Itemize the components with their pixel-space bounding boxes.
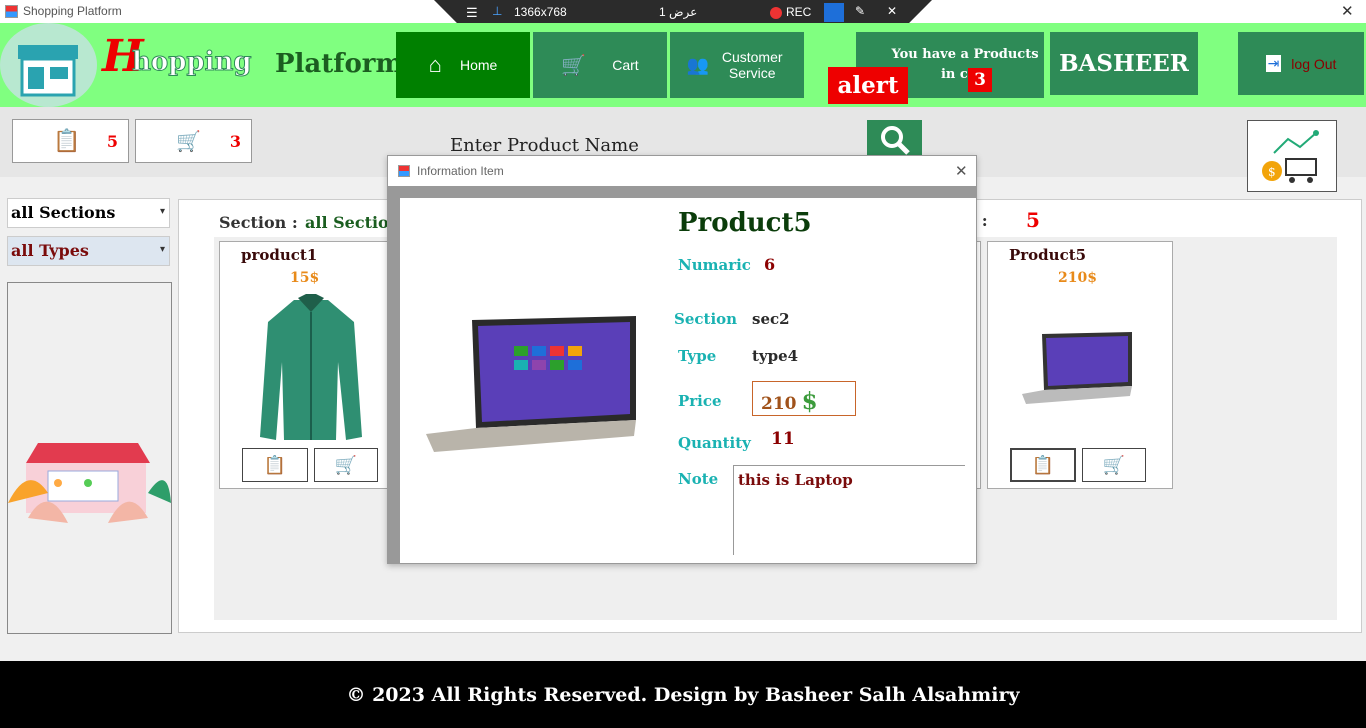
product-name: product1 <box>241 246 318 264</box>
dialog-product-name: Product5 <box>678 208 812 238</box>
cart-label: Cart <box>612 57 639 73</box>
dialog-titlebar: Information Item ✕ <box>388 156 976 186</box>
clipboard-icon: 📋 <box>1031 454 1055 476</box>
price-label: Price <box>678 392 722 410</box>
cart-notice-count: 3 <box>968 68 992 92</box>
dialog-app-icon <box>398 165 410 177</box>
add-to-list-button[interactable]: 📋 <box>1010 448 1076 482</box>
product-card[interactable]: product1 15$ 📋 🛒 <box>219 241 391 489</box>
customer-service-button[interactable]: 👥 Customer Service <box>670 32 804 98</box>
note-textarea[interactable]: this is Laptop <box>733 465 965 555</box>
shirt-image <box>260 294 362 440</box>
note-label: Note <box>678 470 719 488</box>
section-dropdown-value: all Sections <box>11 203 116 222</box>
numaric-label: Numaric <box>678 256 751 274</box>
quantity-label: Quantity <box>678 434 751 452</box>
home-button[interactable]: ⌂ Home <box>396 32 530 98</box>
user-name: BASHEER <box>1059 50 1189 77</box>
home-label: Home <box>459 57 498 73</box>
product-name: Product5 <box>1009 246 1087 264</box>
dialog-frame-top <box>388 186 976 198</box>
search-icon <box>880 126 910 155</box>
users-icon: 👥 <box>686 54 710 75</box>
window-close-button[interactable]: ✕ <box>1341 2 1354 20</box>
filter-panel: all Sections all Types <box>7 198 172 638</box>
add-to-cart-button[interactable]: 🛒 <box>1082 448 1146 482</box>
type-value: type4 <box>752 347 799 365</box>
home-icon: ⌂ <box>428 52 442 77</box>
logout-button[interactable]: ⇥ log Out <box>1238 32 1364 95</box>
recorder-close-icon[interactable]: ✕ <box>887 4 897 18</box>
shop-illustration <box>7 282 172 634</box>
dollar-icon: $ <box>801 388 818 415</box>
cart-counter-count: 3 <box>229 131 241 151</box>
product-laptop-image <box>426 316 636 452</box>
clipboard-icon: 📋 <box>263 454 287 476</box>
price-field: 210 $ <box>752 381 856 416</box>
cart-icon: 🛒 <box>334 454 358 476</box>
record-dot-icon <box>770 7 782 19</box>
search-button[interactable] <box>867 120 922 160</box>
type-dropdown-value: all Types <box>11 241 89 260</box>
dialog-frame-left <box>388 186 400 563</box>
cart-icon: 🛒 <box>1102 454 1126 476</box>
section-value: sec2 <box>752 310 790 328</box>
camera-icon[interactable] <box>824 3 844 22</box>
type-label: Type <box>678 347 717 365</box>
add-to-cart-button[interactable]: 🛒 <box>314 448 378 482</box>
wishlist-count: 5 <box>106 131 118 151</box>
search-input[interactable]: Enter Product Name <box>450 135 639 156</box>
logo-platform: Platform <box>275 49 404 79</box>
alert-badge: alert <box>828 67 908 104</box>
recorder-display: عرض 1 <box>659 5 698 19</box>
dialog-title: Information Item <box>417 164 504 178</box>
svg-text:$: $ <box>1268 165 1276 179</box>
window-title: Shopping Platform <box>23 4 122 18</box>
quantity-value: 11 <box>771 429 795 449</box>
sales-cart-button[interactable]: $ <box>1247 120 1337 192</box>
numaric-value: 6 <box>764 255 776 274</box>
add-to-list-button[interactable]: 📋 <box>242 448 308 482</box>
cart-icon: 🛒 <box>561 54 587 77</box>
cart-counter[interactable]: 🛒 3 <box>135 119 252 163</box>
logout-label: log Out <box>1291 55 1337 72</box>
section-label: Section : <box>219 213 298 232</box>
price-value: 210 <box>761 394 797 414</box>
type-dropdown[interactable]: all Types <box>7 236 170 266</box>
user-name-button[interactable]: BASHEER <box>1050 32 1198 95</box>
section-label: Section <box>674 310 738 328</box>
footer: © 2023 All Rights Reserved. Design by Ba… <box>0 661 1366 728</box>
cart-notice-text: You have a Products in cart <box>891 47 1039 82</box>
product-price: 15$ <box>290 270 320 286</box>
information-item-dialog: Information Item ✕ Product5 Numaric 6 Se… <box>387 155 977 564</box>
recorder-rec[interactable]: REC <box>786 5 811 19</box>
pen-icon[interactable]: ✎ <box>855 4 865 18</box>
app-header: H hopping Platform ⌂ Home 🛒 Cart 👥 Custo… <box>0 23 1366 107</box>
section-dropdown[interactable]: all Sections <box>7 198 170 228</box>
footer-text: © 2023 All Rights Reserved. Design by Ba… <box>346 683 1020 706</box>
basket-icon: 🛒 <box>176 129 201 153</box>
recorder-resolution: 1366x768 <box>514 5 567 19</box>
store-logo-icon <box>0 23 97 107</box>
logout-icon: ⇥ <box>1265 55 1282 72</box>
clipboard-icon: 📋 <box>53 128 81 154</box>
customer-service-label: Customer Service <box>721 49 783 81</box>
note-text: this is Laptop <box>738 471 853 489</box>
product-price: 210$ <box>1058 270 1097 286</box>
product-card[interactable]: Product5 210$ 📋 🛒 <box>987 241 1173 489</box>
product-count-value: 5 <box>1026 208 1040 232</box>
sales-cart-icon: $ <box>1262 130 1319 183</box>
dialog-close-button[interactable]: ✕ <box>955 162 968 180</box>
pin-icon[interactable]: ⊥ <box>492 4 502 18</box>
screen-recorder-bar: ☰ ⊥ 1366x768 عرض 1 REC ✎ ✕ <box>434 0 932 25</box>
logo-hopping: hopping <box>132 47 253 78</box>
app-icon <box>5 5 18 18</box>
menu-icon[interactable]: ☰ <box>466 5 478 21</box>
cart-button[interactable]: 🛒 Cart <box>533 32 667 98</box>
laptop-image <box>1022 332 1132 404</box>
wishlist-counter[interactable]: 📋 5 <box>12 119 129 163</box>
